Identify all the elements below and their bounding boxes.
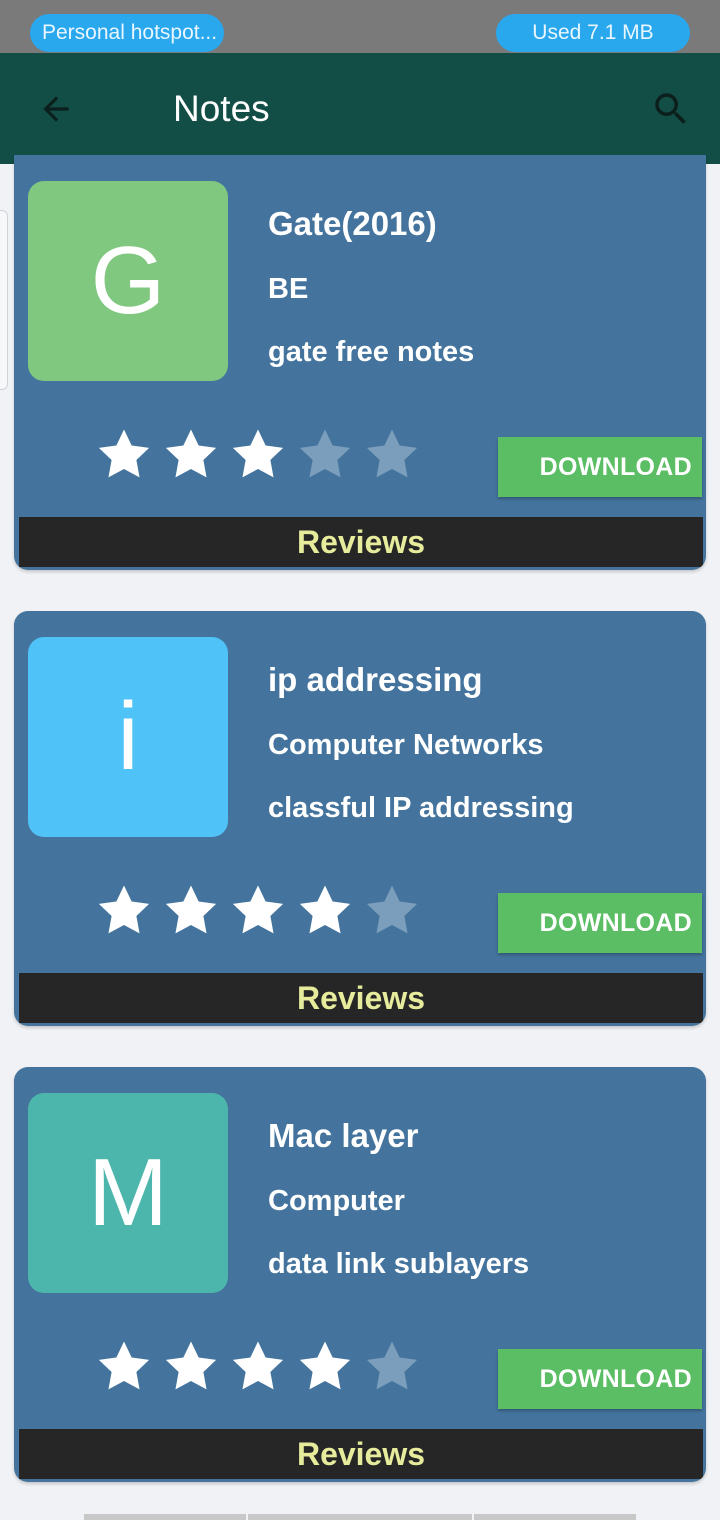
- note-description: classful IP addressing: [268, 792, 574, 824]
- bottom-tab-bar: [84, 1514, 636, 1520]
- note-title: Gate(2016): [268, 205, 437, 242]
- arrow-left-icon: [43, 96, 69, 122]
- reviews-button[interactable]: Reviews: [19, 973, 703, 1023]
- bottom-tab[interactable]: [474, 1514, 636, 1520]
- bottom-tab[interactable]: [248, 1514, 472, 1520]
- data-usage-indicator[interactable]: Used 7.1 MB: [496, 14, 690, 52]
- drawer-edge: [0, 210, 8, 390]
- rating-stars: [94, 425, 422, 485]
- note-description: data link sublayers: [268, 1248, 530, 1280]
- note-card[interactable]: i ip addressing Computer Networks classf…: [14, 611, 706, 1026]
- bottom-tab[interactable]: [84, 1514, 246, 1520]
- note-subject: Computer Networks: [268, 729, 544, 761]
- download-button[interactable]: DOWNLOAD: [498, 1349, 702, 1409]
- reviews-button[interactable]: Reviews: [19, 517, 703, 567]
- hotspot-indicator[interactable]: Personal hotspot...: [30, 14, 224, 52]
- star-filled-icon: [98, 885, 150, 934]
- star-filled-icon: [232, 1341, 284, 1390]
- star-empty-icon: [299, 429, 351, 478]
- note-card[interactable]: G Gate(2016) BE gate free notes DOWNLOAD…: [14, 155, 706, 570]
- star-filled-icon: [232, 885, 284, 934]
- star-filled-icon: [232, 429, 284, 478]
- star-filled-icon: [98, 1341, 150, 1390]
- star-empty-icon: [366, 885, 418, 934]
- app-bar: Notes: [0, 53, 720, 164]
- note-card[interactable]: M Mac layer Computer data link sublayers…: [14, 1067, 706, 1482]
- note-title: ip addressing: [268, 661, 483, 698]
- note-description: gate free notes: [268, 336, 475, 368]
- star-filled-icon: [299, 1341, 351, 1390]
- star-empty-icon: [366, 429, 418, 478]
- note-thumbnail: M: [28, 1093, 228, 1293]
- download-button[interactable]: DOWNLOAD: [498, 437, 702, 497]
- note-subject: Computer: [268, 1185, 405, 1217]
- status-bar: Personal hotspot... Used 7.1 MB: [0, 0, 720, 53]
- note-title: Mac layer: [268, 1117, 419, 1154]
- back-button[interactable]: [30, 83, 82, 135]
- search-icon: [655, 93, 686, 124]
- download-button[interactable]: DOWNLOAD: [498, 893, 702, 953]
- page-title: Notes: [173, 88, 270, 129]
- note-thumbnail: G: [28, 181, 228, 381]
- star-filled-icon: [98, 429, 150, 478]
- star-filled-icon: [165, 1341, 217, 1390]
- star-empty-icon: [366, 1341, 418, 1390]
- rating-stars: [94, 881, 422, 941]
- star-filled-icon: [165, 429, 217, 478]
- search-button[interactable]: [645, 83, 697, 135]
- note-subject: BE: [268, 273, 309, 305]
- note-thumbnail: i: [28, 637, 228, 837]
- star-filled-icon: [165, 885, 217, 934]
- reviews-button[interactable]: Reviews: [19, 1429, 703, 1479]
- rating-stars: [94, 1337, 422, 1397]
- star-filled-icon: [299, 885, 351, 934]
